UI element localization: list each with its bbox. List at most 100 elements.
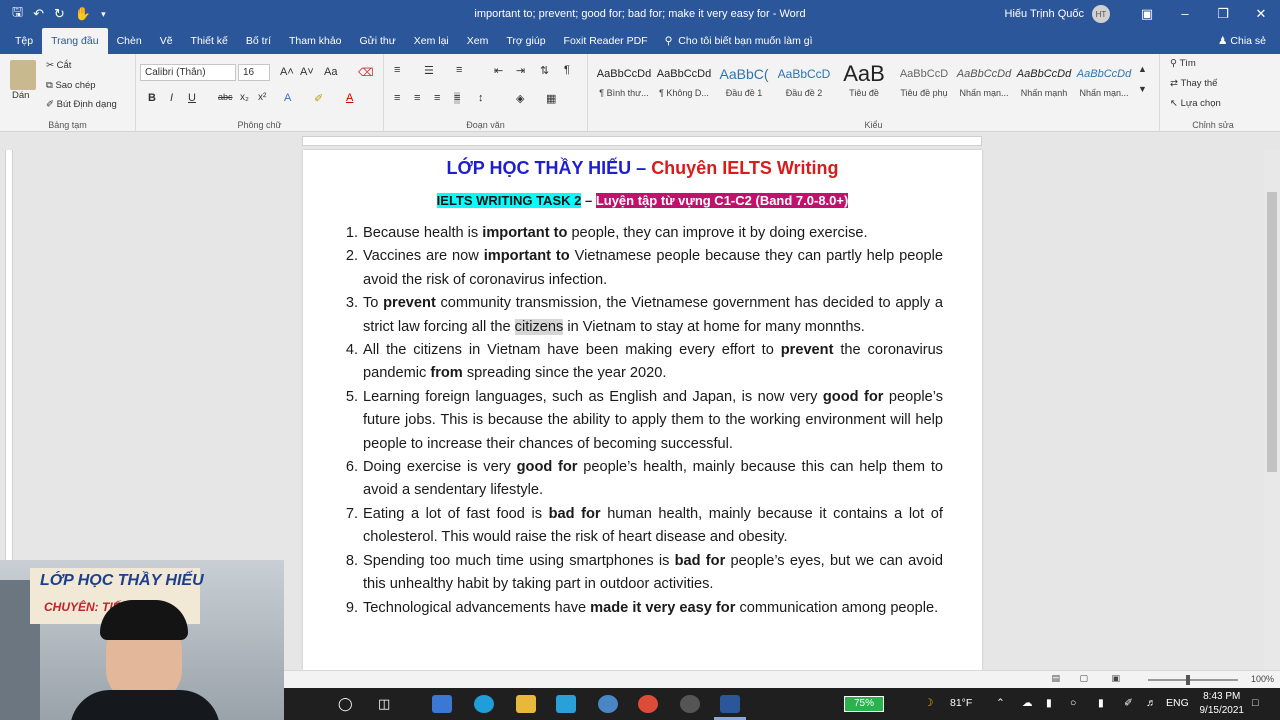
zoom-level[interactable]: 100% [1251,674,1274,684]
shrink-font-icon[interactable]: A˅ [300,66,314,78]
customize-qat-icon[interactable]: ▾ [101,9,106,20]
minimize-button[interactable]: – [1166,0,1204,28]
show-hidden-icons-icon[interactable]: ⌃ [996,697,1005,709]
subscript-icon[interactable]: x₂ [240,92,249,103]
replace-button[interactable]: ⇄ Thay thế [1170,78,1217,89]
style-normal[interactable]: AaBbCcDd ¶ Bình thư... [594,62,654,114]
user-account[interactable]: Hiếu Trịnh Quốc HT [1005,5,1110,23]
sort-icon[interactable]: ⇅ [540,64,549,77]
notifications-icon[interactable]: □ [1252,697,1258,709]
cut-button[interactable]: ✂ Cắt [46,60,71,71]
multilevel-list-icon[interactable]: ≡ [456,64,462,76]
paste-button[interactable]: Dán [12,90,29,101]
avatar[interactable]: HT [1092,5,1110,23]
style-heading-2[interactable]: AaBbCcD Đầu đề 2 [774,62,834,114]
increase-indent-icon[interactable]: ⇥ [516,64,525,77]
print-layout-icon[interactable]: ▢ [1079,673,1088,684]
numbering-icon[interactable]: ☰ [424,64,434,77]
grow-font-icon[interactable]: A˄ [280,66,294,78]
styles-scroll-down-icon[interactable]: ▼ [1138,84,1147,94]
line-spacing-icon[interactable]: ↕ [478,92,484,104]
justify-icon[interactable]: ≡ [454,92,461,104]
shading-icon[interactable]: ◈ [516,92,524,105]
onedrive-icon[interactable]: ☁ [1022,697,1033,709]
weather-temp[interactable]: 81°F [950,697,972,709]
paste-icon[interactable] [10,60,36,90]
tab-view[interactable]: Xem [458,28,498,54]
word-icon[interactable] [720,695,740,713]
browser-icon[interactable] [598,695,618,713]
tab-mailings[interactable]: Gửi thư [351,28,405,54]
share-button[interactable]: ♟ Chia sẻ [1218,28,1266,54]
style-emphasis[interactable]: AaBbCcDd Nhấn mạnh [1014,62,1074,114]
battery-icon[interactable]: ▮ [1098,697,1104,709]
document-page[interactable]: LỚP HỌC THẦY HIẾU – Chuyên IELTS Writing… [303,150,982,670]
clock[interactable]: 8:43 PM 9/15/2021 [1200,690,1245,718]
close-button[interactable]: ✕ [1242,0,1280,28]
zoom-slider-knob[interactable] [1186,675,1190,685]
style-subtitle[interactable]: AaBbCcD Tiêu đề phụ [894,62,954,114]
style-heading-1[interactable]: AaBbC(Đầu đề 1 [714,62,774,114]
app-l-icon[interactable] [556,695,576,713]
tab-design[interactable]: Thiết kế [182,28,237,54]
zoom-slider[interactable] [1148,679,1238,681]
align-right-icon[interactable]: ≡ [434,92,440,104]
battery-indicator[interactable]: 75% [844,696,884,712]
read-mode-icon[interactable]: ▤ [1051,673,1060,684]
maximize-button[interactable]: ❐ [1204,0,1242,28]
change-case-icon[interactable]: Aa [324,66,337,78]
style-title[interactable]: AaB Tiêu đề [834,62,894,114]
touch-mode-icon[interactable]: ✋ [75,6,91,22]
web-layout-icon[interactable]: ▣ [1111,673,1120,684]
bold-icon[interactable]: B [148,92,156,104]
align-center-icon[interactable]: ≡ [414,92,420,104]
pen-icon[interactable]: ✐ [1124,697,1133,709]
italic-icon[interactable]: I [170,92,173,104]
clear-formatting-icon[interactable]: ⌫ [358,66,374,79]
tab-help[interactable]: Trợ giúp [497,28,554,54]
file-explorer-icon[interactable] [516,695,536,713]
highlight-color-icon[interactable]: ✐ [314,92,323,105]
tell-me-search[interactable]: ⚲ Cho tôi biết bạn muốn làm gì [657,28,821,54]
decrease-indent-icon[interactable]: ⇤ [494,64,503,77]
bullets-icon[interactable]: ≡ [394,64,400,76]
format-painter-button[interactable]: ✐ Bút Định dạng [46,99,117,110]
tab-draw[interactable]: Vẽ [151,28,182,54]
align-left-icon[interactable]: ≡ [394,92,400,104]
style-no-spacing[interactable]: AaBbCcDd ¶ Không D... [654,62,714,114]
tab-references[interactable]: Tham khảo [280,28,351,54]
strikethrough-icon[interactable]: abc [218,92,233,102]
weather-icon[interactable]: ☽ [924,697,933,709]
pilcrow-icon[interactable]: ¶ [564,64,570,76]
redo-icon[interactable]: ↻ [54,6,65,22]
network-icon[interactable]: ○ [1070,697,1076,709]
keyboard-language[interactable]: ENG [1166,697,1189,709]
vertical-scrollbar[interactable] [1264,150,1280,670]
style-subtle-emphasis[interactable]: AaBbCcDd Nhấn mạn... [954,62,1014,114]
tab-home[interactable]: Trang đầu [42,28,108,54]
edge-icon[interactable] [474,695,494,713]
scrollbar-thumb[interactable] [1267,192,1277,472]
tab-review[interactable]: Xem lại [405,28,458,54]
volume-icon[interactable]: ♬ [1146,697,1157,709]
tab-file[interactable]: Tệp [6,28,42,54]
undo-icon[interactable]: ↶ [33,6,44,22]
select-button[interactable]: ↖ Lựa chọn [1170,98,1221,109]
tab-foxit[interactable]: Foxit Reader PDF [555,28,657,54]
ribbon-display-options-icon[interactable]: ▣ [1128,0,1166,28]
chrome-icon[interactable] [638,695,658,713]
tab-insert[interactable]: Chèn [108,28,151,54]
mail-icon[interactable] [432,695,452,713]
underline-icon[interactable]: U [188,92,196,104]
style-intense-emphasis[interactable]: AaBbCcDd Nhấn mạn... [1074,62,1134,114]
superscript-icon[interactable]: x² [258,92,266,103]
find-button[interactable]: ⚲ Tìm [1170,58,1196,69]
search-icon[interactable]: ◯ [338,696,353,712]
save-icon[interactable]: 🖫 [12,3,23,25]
styles-scroll-up-icon[interactable]: ▲ [1138,64,1147,74]
copy-button[interactable]: ⧉ Sao chép [46,80,96,91]
tab-layout[interactable]: Bố trí [237,28,280,54]
font-color-icon[interactable]: A [346,92,353,104]
task-view-icon[interactable]: ◫ [378,696,390,712]
borders-icon[interactable]: ▦ [546,92,556,105]
